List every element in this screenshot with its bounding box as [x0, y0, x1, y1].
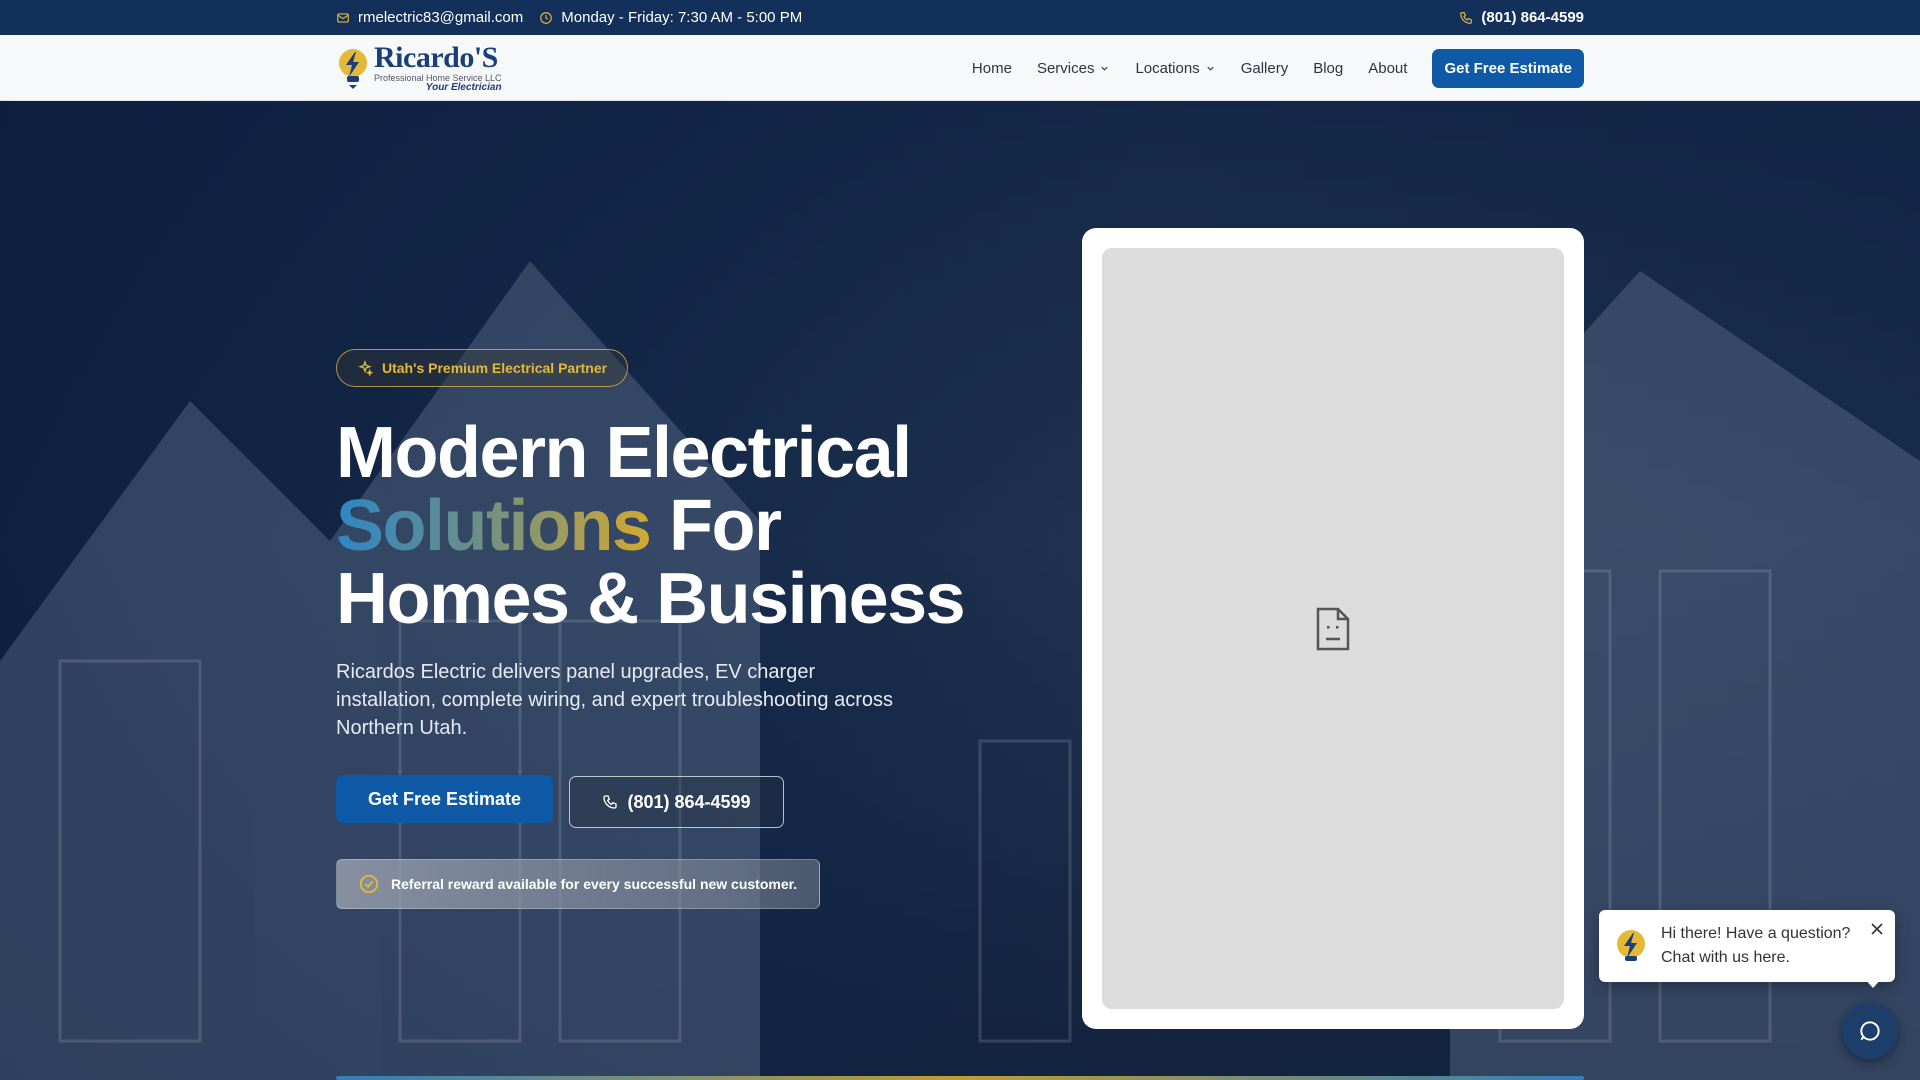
nav-gallery-label: Gallery — [1240, 59, 1289, 77]
hero-badge: Utah's Premium Electrical Partner — [336, 349, 629, 387]
logo-tagline: Your Electrician — [425, 82, 502, 93]
headline-line-1: Modern Electrical — [336, 413, 912, 493]
email-text: rmelectric83@gmail.com — [358, 9, 524, 26]
chat-avatar-icon — [1617, 930, 1645, 961]
top-bar: rmelectric83@gmail.com Monday - Friday: … — [0, 0, 1920, 35]
mail-icon — [337, 12, 349, 23]
hours-text: Monday - Friday: 7:30 AM - 5:00 PM — [561, 9, 803, 26]
nav-home[interactable]: Home — [972, 60, 1012, 77]
hero-headline: Modern Electrical Solutions For Homes & … — [336, 417, 1036, 636]
nav-blog[interactable]: Blog — [1313, 60, 1343, 77]
hero-bottom-accent — [336, 1076, 1584, 1080]
sparkle-icon — [358, 360, 373, 376]
nav-about[interactable]: About — [1368, 60, 1407, 77]
chat-icon — [1860, 1021, 1880, 1041]
clock-icon — [540, 11, 553, 24]
nav-estimate-button[interactable]: Get Free Estimate — [1432, 48, 1584, 88]
nav-blog-label: Blog — [1313, 59, 1344, 77]
headline-line-3: Homes & Business — [336, 559, 966, 639]
referral-notice: Referral reward available for every succ… — [336, 859, 820, 909]
close-icon — [1871, 923, 1883, 935]
business-hours: Monday - Friday: 7:30 AM - 5:00 PM — [539, 9, 802, 26]
hero-phone-text: (801) 864-4599 — [627, 791, 751, 812]
topbar-phone-link[interactable]: (801) 864-4599 — [1459, 9, 1584, 26]
hero-badge-text: Utah's Premium Electrical Partner — [382, 360, 608, 376]
topbar-phone-text: (801) 864-4599 — [1481, 9, 1584, 26]
nav-gallery[interactable]: Gallery — [1241, 60, 1289, 77]
media-placeholder — [1102, 248, 1564, 1009]
nav-locations-label: Locations — [1135, 59, 1200, 77]
chat-launcher-button[interactable] — [1842, 1003, 1898, 1059]
hero-estimate-button[interactable]: Get Free Estimate — [336, 775, 553, 823]
email-link[interactable]: rmelectric83@gmail.com — [336, 9, 523, 26]
phone-icon — [603, 795, 618, 809]
lightbulb-bolt-icon — [339, 49, 367, 89]
main-nav: Ricardo'S Professional Home Service LLC … — [0, 35, 1920, 101]
headline-line-2: For — [650, 486, 782, 566]
hero-subtext: Ricardos Electric delivers panel upgrade… — [336, 661, 893, 739]
chat-popup-tail — [1862, 976, 1884, 988]
broken-image-icon — [1316, 607, 1350, 650]
hero-media-card — [1082, 228, 1584, 1029]
chat-close-button[interactable] — [1871, 922, 1883, 940]
logo-name: Ricardo'S — [374, 41, 498, 74]
phone-icon — [1460, 11, 1473, 24]
chevron-down-icon — [1207, 66, 1214, 71]
nav-services-label: Services — [1036, 59, 1095, 77]
nav-about-label: About — [1368, 59, 1408, 77]
chat-message: Hi there! Have a question? Chat with us … — [1661, 925, 1851, 966]
nav-menu: Home Services Locations Gallery Blog Abo… — [947, 48, 1584, 88]
referral-text: Referral reward available for every succ… — [391, 876, 798, 892]
headline-highlight: Solutions — [336, 486, 652, 566]
nav-services[interactable]: Services — [1037, 60, 1111, 77]
chat-popup[interactable]: Hi there! Have a question? Chat with us … — [1599, 910, 1895, 982]
site-logo[interactable]: Ricardo'S Professional Home Service LLC … — [336, 43, 502, 93]
nav-home-label: Home — [971, 59, 1012, 77]
chevron-down-icon — [1101, 66, 1109, 71]
hero-phone-button[interactable]: (801) 864-4599 — [569, 776, 784, 828]
check-badge-icon — [359, 874, 379, 894]
nav-locations[interactable]: Locations — [1135, 60, 1215, 77]
